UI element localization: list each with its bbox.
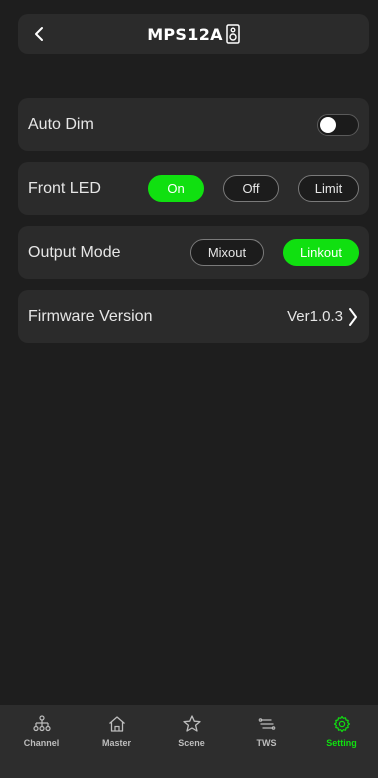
tab-scene[interactable]: Scene	[154, 705, 229, 765]
front-led-on-button[interactable]: On	[148, 175, 204, 202]
gear-icon	[333, 715, 350, 733]
toggle-knob	[320, 117, 336, 133]
star-icon	[182, 715, 201, 732]
tab-setting[interactable]: Setting	[304, 705, 378, 765]
tab-channel-label: Channel	[23, 738, 60, 748]
tab-master-label: Master	[101, 738, 131, 748]
front-led-label: Front LED	[28, 179, 101, 197]
tab-tws[interactable]: TWS	[229, 705, 304, 765]
front-led-off-button[interactable]: Off	[223, 175, 279, 202]
home-icon	[108, 716, 125, 732]
channel-tree-icon	[32, 715, 51, 732]
tab-channel[interactable]: Channel	[4, 705, 79, 765]
auto-dim-toggle[interactable]	[317, 114, 359, 136]
title-group: MPS12A	[18, 14, 369, 54]
firmware-version-row[interactable]: Firmware Version Ver1.0.3	[18, 290, 369, 343]
header-bar: MPS12A	[18, 14, 369, 54]
bottom-tab-bar: Channel Master Scene TWS Setting	[0, 705, 378, 778]
output-mode-mixout-button[interactable]: Mixout	[190, 239, 264, 266]
output-mode-linkout-button[interactable]: Linkout	[283, 239, 359, 266]
front-led-limit-button[interactable]: Limit	[298, 175, 359, 202]
firmware-version-label: Firmware Version	[28, 307, 153, 325]
tws-link-icon	[258, 718, 275, 730]
tab-tws-label: TWS	[256, 738, 277, 748]
front-led-row: Front LED On Off Limit	[18, 162, 369, 215]
tab-setting-label: Setting	[326, 738, 357, 748]
auto-dim-row: Auto Dim	[18, 98, 369, 151]
page-title: MPS12A	[147, 24, 223, 44]
firmware-version-value-group: Ver1.0.3	[287, 290, 359, 343]
speaker-icon	[226, 24, 240, 44]
firmware-version-value: Ver1.0.3	[287, 308, 343, 325]
output-mode-row: Output Mode Mixout Linkout	[18, 226, 369, 279]
auto-dim-label: Auto Dim	[28, 115, 94, 133]
chevron-right-icon	[349, 307, 357, 326]
tab-master[interactable]: Master	[79, 705, 154, 765]
tab-scene-label: Scene	[178, 738, 205, 748]
output-mode-label: Output Mode	[28, 243, 121, 261]
